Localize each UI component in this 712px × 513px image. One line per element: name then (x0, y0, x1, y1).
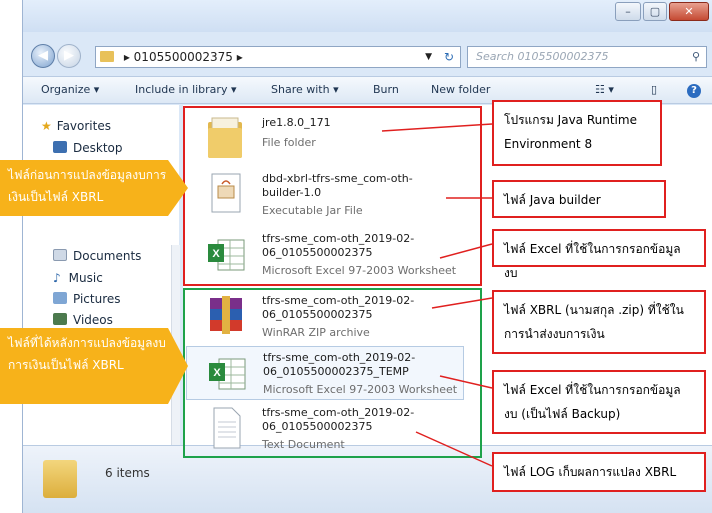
callout-xbrl: ไฟล์ XBRL (นามสกุล .zip) ที่ใช้ในการนำส่… (492, 290, 706, 354)
callout-line (381, 123, 493, 132)
callout-text: ไฟล์ Java builder (504, 193, 601, 207)
callout-line (431, 297, 493, 309)
callout-log: ไฟล์ LOG เก็บผลการแปลง XBRL (492, 452, 706, 492)
callout-text: ไฟล์ XBRL (นามสกุล .zip) ที่ใช้ในการนำส่… (504, 303, 684, 341)
callout-line (439, 243, 493, 259)
callout-excel-backup: ไฟล์ Excel ที่ใช้ในการกรอกข้อมูลงบ (เป็น… (492, 370, 706, 434)
callout-excel: ไฟล์ Excel ที่ใช้ในการกรอกข้อมูลงบ (492, 229, 706, 280)
callout-text: โปรแกรม Java Runtime Environment 8 (504, 113, 637, 151)
callout-text: ไฟล์ Excel ที่ใช้ในการกรอกข้อมูลงบ (เป็น… (504, 383, 681, 421)
callout-java-builder: ไฟล์ Java builder (492, 180, 666, 218)
callout-text: ไฟล์ LOG เก็บผลการแปลง XBRL (504, 465, 677, 479)
callout-line (415, 431, 493, 467)
callout-line (439, 375, 493, 389)
callout-java-runtime: โปรแกรม Java Runtime Environment 8 (492, 100, 662, 166)
